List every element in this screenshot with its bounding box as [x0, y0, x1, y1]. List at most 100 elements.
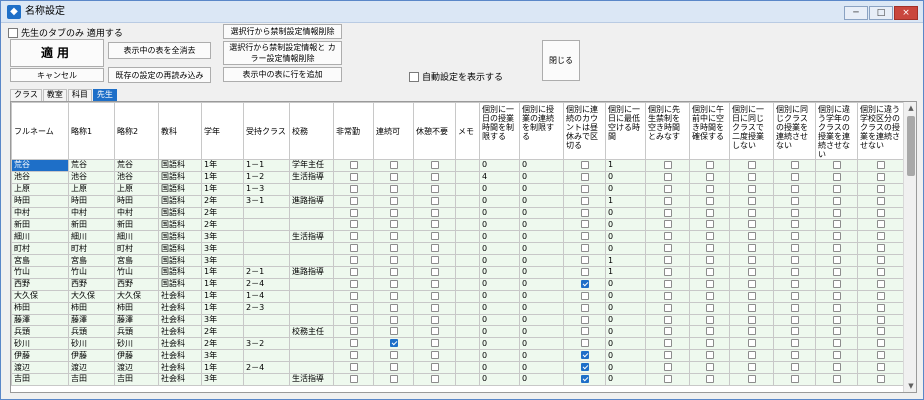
checkbox[interactable] — [705, 220, 714, 229]
reload-settings-button[interactable]: 既存の設定の再読み込み — [108, 67, 211, 83]
cell-consec[interactable] — [373, 361, 414, 375]
cell-c1[interactable]: 0 — [479, 194, 520, 208]
cell-c4[interactable]: 1 — [605, 159, 646, 172]
checkbox[interactable] — [747, 256, 756, 265]
checkbox[interactable] — [790, 172, 799, 181]
cell-c1[interactable]: 0 — [479, 254, 520, 268]
cell-c4[interactable]: 0 — [605, 289, 646, 303]
cell-short1[interactable]: 池谷 — [68, 170, 115, 184]
table-row[interactable]: 西野 西野 西野 国語科 1年 2－4 0 0 0 — [11, 277, 904, 291]
cell-subject[interactable]: 国語科 — [158, 206, 202, 220]
checkbox[interactable] — [430, 256, 439, 265]
cell-consec[interactable] — [373, 349, 414, 363]
checkbox[interactable] — [349, 220, 358, 229]
cell-grade[interactable]: 1年 — [201, 361, 244, 375]
cell-option[interactable] — [857, 313, 904, 327]
cell-class[interactable] — [243, 230, 290, 244]
cell-lunch[interactable] — [563, 373, 606, 386]
cell-option[interactable] — [815, 325, 858, 339]
checkbox[interactable] — [790, 291, 799, 300]
cell-short2[interactable]: 砂川 — [114, 337, 159, 351]
column-header[interactable]: 個別に違う学校区分のクラスの授業を連続させない — [857, 102, 904, 160]
cell-fullname[interactable]: 時田 — [11, 194, 69, 208]
cell-consec[interactable] — [373, 277, 414, 291]
checkbox[interactable] — [663, 220, 672, 229]
cell-c4[interactable]: 1 — [605, 254, 646, 268]
cell-lunch[interactable] — [563, 159, 606, 172]
checkbox[interactable] — [876, 363, 885, 372]
cell-parttime[interactable] — [333, 301, 374, 315]
checkbox[interactable] — [349, 172, 358, 181]
table-row[interactable]: 時田 時田 時田 国語科 2年 3－1 進路指導 0 0 1 — [11, 194, 904, 208]
cell-grade[interactable]: 2年 — [201, 218, 244, 232]
checkbox[interactable] — [389, 172, 398, 181]
cell-option[interactable] — [729, 266, 774, 279]
cell-consec[interactable] — [373, 218, 414, 232]
cell-c2[interactable]: 0 — [519, 206, 564, 220]
cell-c2[interactable]: 0 — [519, 218, 564, 232]
cancel-button[interactable]: キャンセル — [10, 68, 104, 82]
column-header[interactable]: 教科 — [158, 102, 202, 160]
checkbox[interactable] — [580, 184, 589, 193]
cell-c1[interactable]: 0 — [479, 313, 520, 327]
checkbox[interactable] — [832, 315, 841, 324]
checkbox-box[interactable] — [409, 71, 419, 82]
cell-grade[interactable]: 3年 — [201, 242, 244, 256]
cell-option[interactable] — [815, 194, 858, 208]
checkbox[interactable] — [747, 291, 756, 300]
checkbox[interactable] — [790, 351, 799, 360]
cell-memo[interactable] — [455, 361, 480, 375]
checkbox[interactable] — [832, 256, 841, 265]
cell-parttime[interactable] — [333, 361, 374, 375]
checkbox[interactable] — [389, 303, 398, 312]
cell-short1[interactable]: 中村 — [68, 206, 115, 220]
checkbox[interactable] — [430, 327, 439, 336]
column-header[interactable]: 略称1 — [68, 102, 115, 160]
checkbox[interactable] — [705, 363, 714, 372]
checkbox[interactable] — [790, 339, 799, 348]
cell-consec[interactable] — [373, 313, 414, 327]
cell-option[interactable] — [729, 277, 774, 291]
cell-c2[interactable]: 0 — [519, 349, 564, 363]
cell-option[interactable] — [689, 313, 730, 327]
cell-short2[interactable]: 荒谷 — [114, 159, 159, 172]
checkbox[interactable] — [705, 160, 714, 169]
cell-c1[interactable]: 0 — [479, 182, 520, 196]
cell-short1[interactable]: 新田 — [68, 218, 115, 232]
column-header[interactable]: 学年 — [201, 102, 244, 160]
checkbox[interactable] — [349, 327, 358, 336]
checkbox[interactable] — [705, 279, 714, 288]
checkbox[interactable] — [747, 374, 756, 383]
cell-parttime[interactable] — [333, 218, 374, 232]
checkbox[interactable] — [430, 279, 439, 288]
cell-parttime[interactable] — [333, 266, 374, 279]
checkbox[interactable] — [705, 315, 714, 324]
cell-nobreak[interactable] — [413, 361, 456, 375]
cell-memo[interactable] — [455, 373, 480, 386]
checkbox[interactable] — [580, 256, 589, 265]
checkbox[interactable] — [580, 160, 589, 169]
cell-class[interactable]: 2－1 — [243, 266, 290, 279]
column-header[interactable]: フルネーム — [11, 102, 69, 160]
cell-option[interactable] — [815, 277, 858, 291]
cell-c4[interactable]: 0 — [605, 301, 646, 315]
cell-fullname[interactable]: 竹山 — [11, 266, 69, 279]
cell-short2[interactable]: 吉田 — [114, 373, 159, 386]
checkbox[interactable] — [876, 339, 885, 348]
checkbox[interactable] — [580, 172, 589, 181]
checkbox[interactable] — [832, 374, 841, 383]
cell-lunch[interactable] — [563, 218, 606, 232]
cell-duty[interactable]: 進路指導 — [289, 266, 334, 279]
checkbox[interactable] — [349, 291, 358, 300]
cell-parttime[interactable] — [333, 159, 374, 172]
checkbox[interactable] — [389, 208, 398, 217]
checkbox[interactable] — [747, 232, 756, 241]
cell-consec[interactable] — [373, 301, 414, 315]
checkbox[interactable] — [430, 196, 439, 205]
cell-option[interactable] — [689, 194, 730, 208]
cell-grade[interactable]: 1年 — [201, 301, 244, 315]
cell-short2[interactable]: 渡辺 — [114, 361, 159, 375]
cell-option[interactable] — [729, 159, 774, 172]
checkbox[interactable] — [349, 315, 358, 324]
cell-option[interactable] — [815, 337, 858, 351]
